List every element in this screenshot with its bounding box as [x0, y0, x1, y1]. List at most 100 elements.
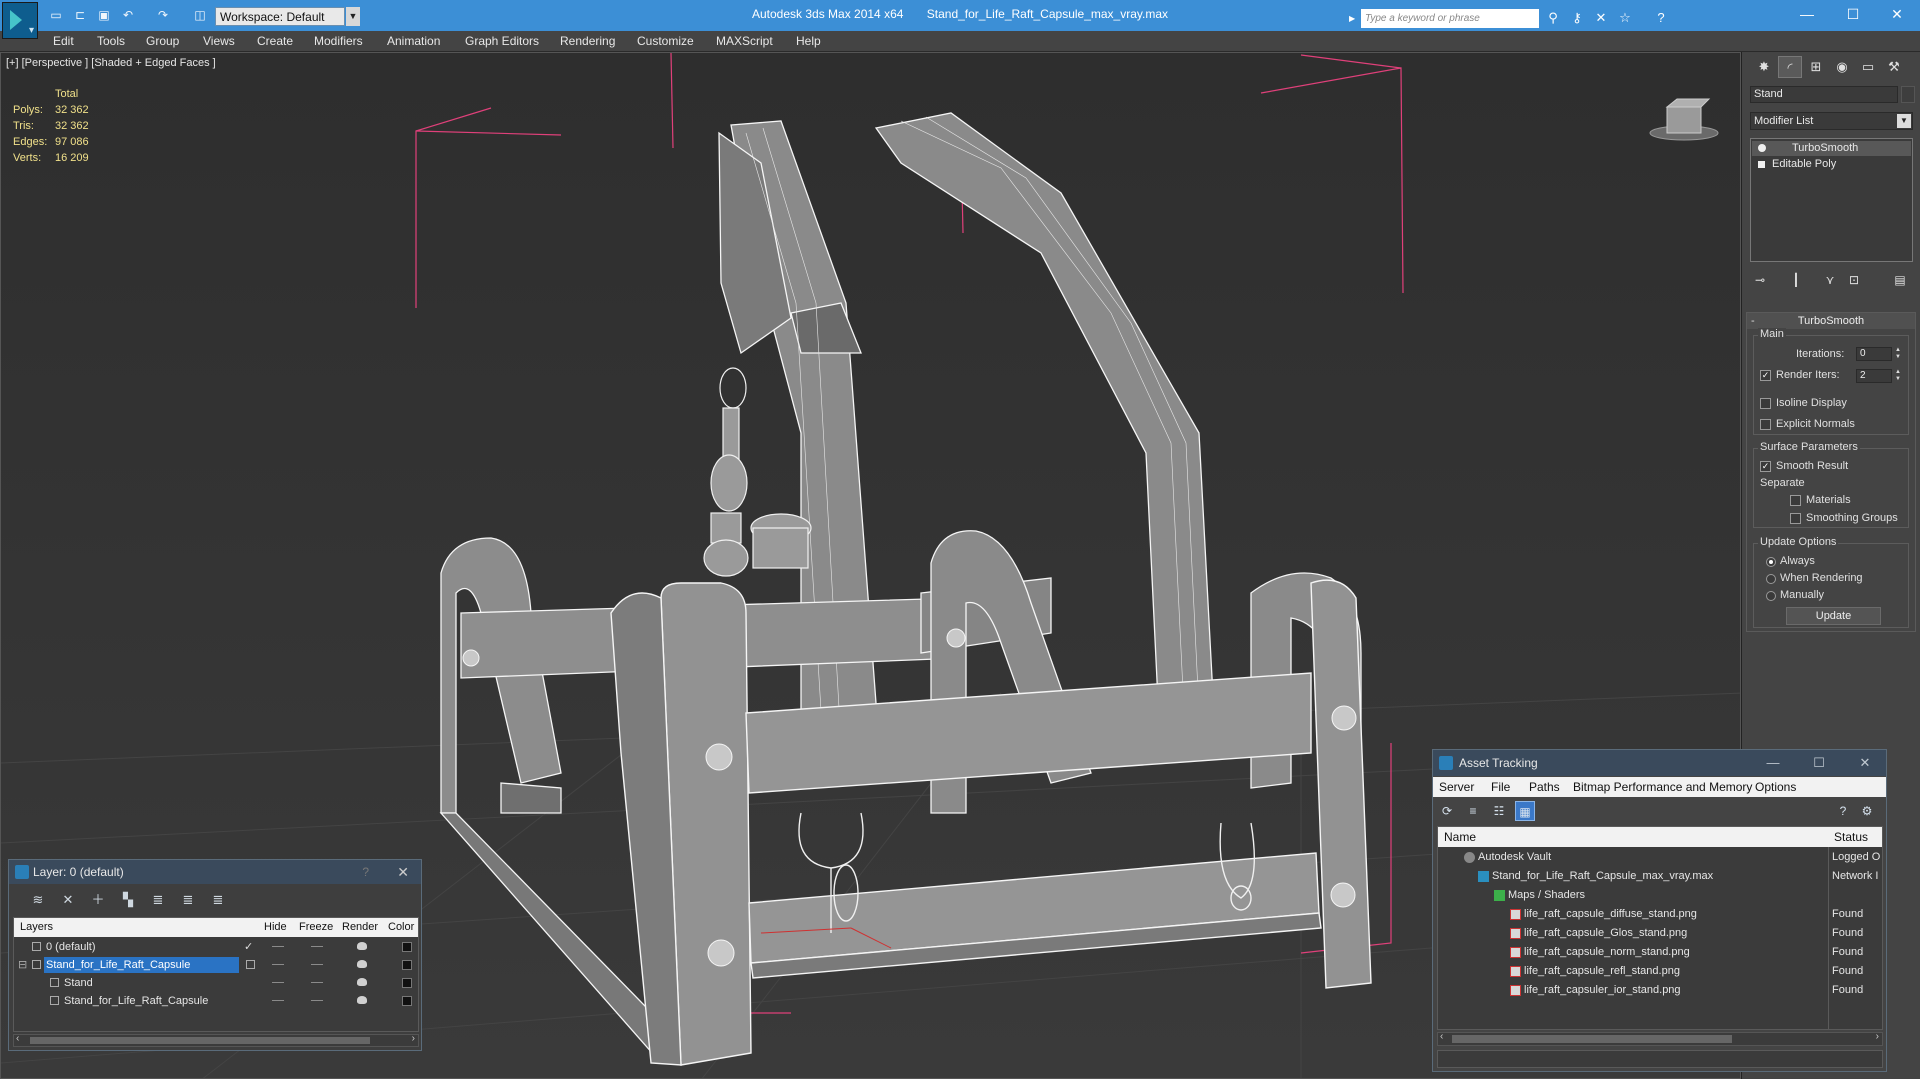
viewport-label[interactable]: [+] [Perspective ] [Shaded + Edged Faces… — [6, 57, 216, 69]
render-teapot-icon[interactable] — [357, 996, 367, 1004]
lightbulb-icon[interactable] — [1758, 144, 1766, 152]
project-folder-icon[interactable]: ◫ — [192, 8, 208, 23]
menu-create[interactable]: Create — [257, 34, 293, 48]
hide-layers-icon[interactable]: ≣ — [177, 890, 199, 910]
chevron-down-icon[interactable]: ▼ — [346, 7, 360, 26]
new-file-icon[interactable]: ▭ — [48, 8, 64, 23]
configure-modifier-sets-icon[interactable]: ▤ — [1890, 270, 1910, 290]
hide-toggle[interactable] — [272, 964, 284, 965]
redo-icon[interactable]: ↷ — [155, 8, 171, 23]
layer-row[interactable]: ⊟ Stand_for_Life_Raft_Capsule — [14, 956, 418, 974]
asset-menu-file[interactable]: File — [1491, 777, 1510, 797]
save-file-icon[interactable]: ▣ — [96, 8, 112, 23]
freeze-toggle[interactable] — [311, 1000, 323, 1001]
open-file-icon[interactable]: ⊏ — [72, 8, 88, 23]
motion-tab-icon[interactable]: ◉ — [1830, 56, 1854, 78]
modifier-list-dropdown[interactable]: Modifier List ▼ — [1750, 112, 1913, 130]
menu-edit[interactable]: Edit — [53, 34, 74, 48]
asset-row[interactable]: life_raft_capsule_refl_stand.png Found — [1438, 962, 1882, 981]
modify-tab-icon[interactable]: ◜ — [1778, 56, 1802, 78]
rollout-header[interactable]: - TurboSmooth — [1747, 313, 1915, 329]
asset-horizontal-scrollbar[interactable]: ‹ › — [1437, 1031, 1883, 1046]
maximize-icon[interactable]: ☐ — [1830, 0, 1876, 28]
scrollbar-thumb[interactable] — [30, 1037, 370, 1044]
layer-color-swatch[interactable] — [402, 996, 412, 1006]
search-expand-icon[interactable]: ▶ — [1349, 9, 1359, 28]
utilities-tab-icon[interactable]: ⚒ — [1882, 56, 1906, 78]
iterations-spinner[interactable]: 0 — [1856, 347, 1892, 361]
create-layer-icon[interactable]: ≋ — [27, 890, 49, 910]
freeze-toggle[interactable] — [311, 964, 323, 965]
refresh-icon[interactable]: ⟳ — [1437, 801, 1457, 821]
hierarchy-tab-icon[interactable]: ⊞ — [1804, 56, 1828, 78]
menu-animation[interactable]: Animation — [387, 34, 440, 48]
subscription-icon[interactable]: ⚷ — [1568, 9, 1586, 27]
asset-menu-options[interactable]: Options — [1755, 777, 1796, 797]
freeze-toggle[interactable] — [311, 946, 323, 947]
layer-row[interactable]: Stand — [14, 974, 418, 992]
update-button[interactable]: Update — [1786, 607, 1881, 625]
list-view-icon[interactable]: ≡ — [1463, 801, 1483, 821]
menu-help[interactable]: Help — [796, 34, 821, 48]
column-name[interactable]: Name — [1444, 827, 1476, 847]
asset-row[interactable]: life_raft_capsule_diffuse_stand.png Foun… — [1438, 905, 1882, 924]
scroll-left-icon[interactable]: ‹ — [1440, 1031, 1443, 1042]
asset-tracking-titlebar[interactable]: Asset Tracking — ☐ ✕ — [1433, 750, 1886, 776]
isoline-display-checkbox[interactable] — [1760, 398, 1771, 409]
tree-view-icon[interactable]: ☷ — [1489, 801, 1509, 821]
highlight-layer-icon[interactable]: ≣ — [147, 890, 169, 910]
viewcube-icon[interactable] — [1647, 93, 1721, 143]
close-icon[interactable]: ✕ — [1845, 750, 1885, 776]
minimize-icon[interactable]: — — [1784, 0, 1830, 28]
column-color[interactable]: Color — [388, 918, 414, 937]
layer-row[interactable]: Stand_for_Life_Raft_Capsule — [14, 992, 418, 1010]
delete-layer-icon[interactable]: ✕ — [57, 890, 79, 910]
close-icon[interactable]: ✕ — [397, 860, 409, 884]
menu-rendering[interactable]: Rendering — [560, 34, 615, 48]
object-name-field[interactable]: Stand — [1750, 86, 1898, 103]
render-teapot-icon[interactable] — [357, 942, 367, 950]
asset-menu-server[interactable]: Server — [1439, 777, 1474, 797]
layer-horizontal-scrollbar[interactable]: ‹ › — [13, 1033, 419, 1047]
menu-group[interactable]: Group — [146, 34, 179, 48]
layer-row[interactable]: 0 (default) ✓ — [14, 938, 418, 956]
asset-row[interactable]: life_raft_capsule_norm_stand.png Found — [1438, 943, 1882, 962]
collapse-icon[interactable]: ⊟ — [18, 956, 27, 974]
modifier-stack[interactable]: TurboSmooth Editable Poly — [1750, 138, 1913, 262]
hide-toggle[interactable] — [272, 946, 284, 947]
column-freeze[interactable]: Freeze — [299, 918, 333, 937]
help-icon[interactable]: ? — [362, 860, 369, 884]
asset-row[interactable]: life_raft_capsule_Glos_stand.png Found — [1438, 924, 1882, 943]
create-tab-icon[interactable]: ✸ — [1752, 56, 1776, 78]
render-iters-spinner[interactable]: 2 — [1856, 369, 1892, 383]
select-objects-icon[interactable]: ▚ — [117, 890, 139, 910]
layer-color-swatch[interactable] — [402, 960, 412, 970]
menu-maxscript[interactable]: MAXScript — [716, 34, 773, 48]
column-layers[interactable]: Layers — [20, 918, 53, 937]
menu-views[interactable]: Views — [203, 34, 235, 48]
asset-row[interactable]: Maps / Shaders — [1438, 886, 1882, 905]
column-render[interactable]: Render — [342, 918, 378, 937]
expand-icon[interactable] — [1758, 161, 1765, 168]
menu-customize[interactable]: Customize — [637, 34, 694, 48]
always-radio[interactable] — [1766, 557, 1776, 567]
layer-window-titlebar[interactable]: Layer: 0 (default) ? ✕ — [9, 860, 421, 884]
object-color-swatch[interactable] — [1901, 86, 1915, 103]
asset-menu-bitmap-performance[interactable]: Bitmap Performance and Memory — [1573, 777, 1752, 797]
render-teapot-icon[interactable] — [357, 978, 367, 986]
hide-toggle[interactable] — [272, 982, 284, 983]
asset-row[interactable]: life_raft_capsuler_ior_stand.png Found — [1438, 981, 1882, 1000]
scrollbar-thumb[interactable] — [1452, 1035, 1732, 1043]
column-status[interactable]: Status — [1834, 827, 1868, 847]
pin-stack-icon[interactable]: ⊸ — [1750, 270, 1770, 290]
chevron-down-icon[interactable]: ▼ — [1897, 114, 1911, 128]
menu-tools[interactable]: Tools — [97, 34, 125, 48]
layer-color-swatch[interactable] — [402, 978, 412, 988]
render-iters-checkbox[interactable]: ✓ — [1760, 370, 1771, 381]
active-layer-check-icon[interactable]: ✓ — [244, 938, 253, 956]
binoculars-icon[interactable]: ⚲ — [1544, 9, 1562, 27]
scroll-right-icon[interactable]: › — [1876, 1031, 1879, 1042]
stack-item-editable-poly[interactable]: Editable Poly — [1752, 157, 1911, 172]
render-teapot-icon[interactable] — [357, 960, 367, 968]
minimize-icon[interactable]: — — [1753, 750, 1793, 776]
